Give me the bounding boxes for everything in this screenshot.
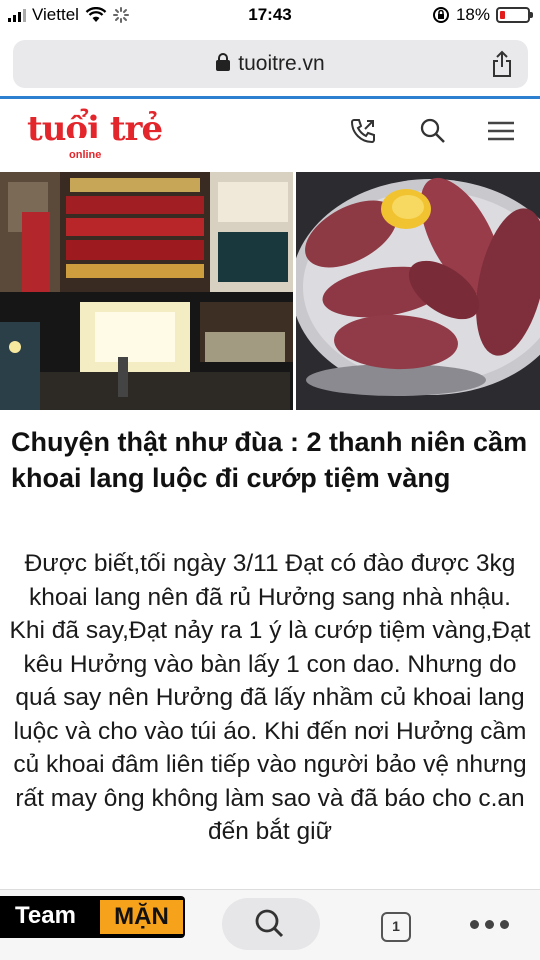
logo-subtext: online (67, 138, 104, 172)
address-text-wrap: tuoitre.vn (13, 52, 528, 76)
site-header: tuổi trẻ online (0, 99, 540, 172)
orientation-lock-icon (432, 7, 449, 23)
lock-icon (216, 53, 231, 71)
shop-photo (0, 172, 293, 410)
share-icon[interactable] (490, 50, 514, 78)
team-badge: MẶN (100, 900, 183, 934)
sweet-potato-photo (296, 172, 540, 410)
address-bar[interactable]: tuoitre.vn (13, 40, 528, 88)
article-headline[interactable]: Chuyện thật như đùa : 2 thanh niên cầm k… (11, 424, 531, 496)
article-body: Được biết,tối ngày 3/11 Đạt có đào được … (9, 550, 531, 845)
battery-percent: 18% (455, 5, 490, 24)
status-right: 18% (432, 5, 533, 25)
search-icon[interactable] (418, 116, 448, 146)
search-button[interactable] (222, 898, 320, 950)
search-icon (255, 909, 284, 938)
team-watermark: Team MẶN (0, 896, 185, 938)
page: Viettel 17:43 18% tuoitre.vn tuổi trẻ on… (0, 0, 540, 960)
address-text: tuoitre.vn (238, 52, 325, 75)
site-logo[interactable]: tuổi trẻ online (27, 112, 163, 172)
status-bar: Viettel 17:43 18% (0, 0, 540, 34)
battery-icon (496, 7, 533, 23)
menu-icon[interactable] (486, 116, 516, 146)
phone-icon[interactable] (348, 116, 378, 146)
more-icon[interactable] (470, 920, 509, 929)
team-label: Team (15, 902, 76, 929)
tab-count: 1 (392, 918, 400, 934)
tabs-button[interactable]: 1 (381, 912, 411, 942)
bottom-toolbar: Team MẶN 1 (0, 889, 540, 960)
